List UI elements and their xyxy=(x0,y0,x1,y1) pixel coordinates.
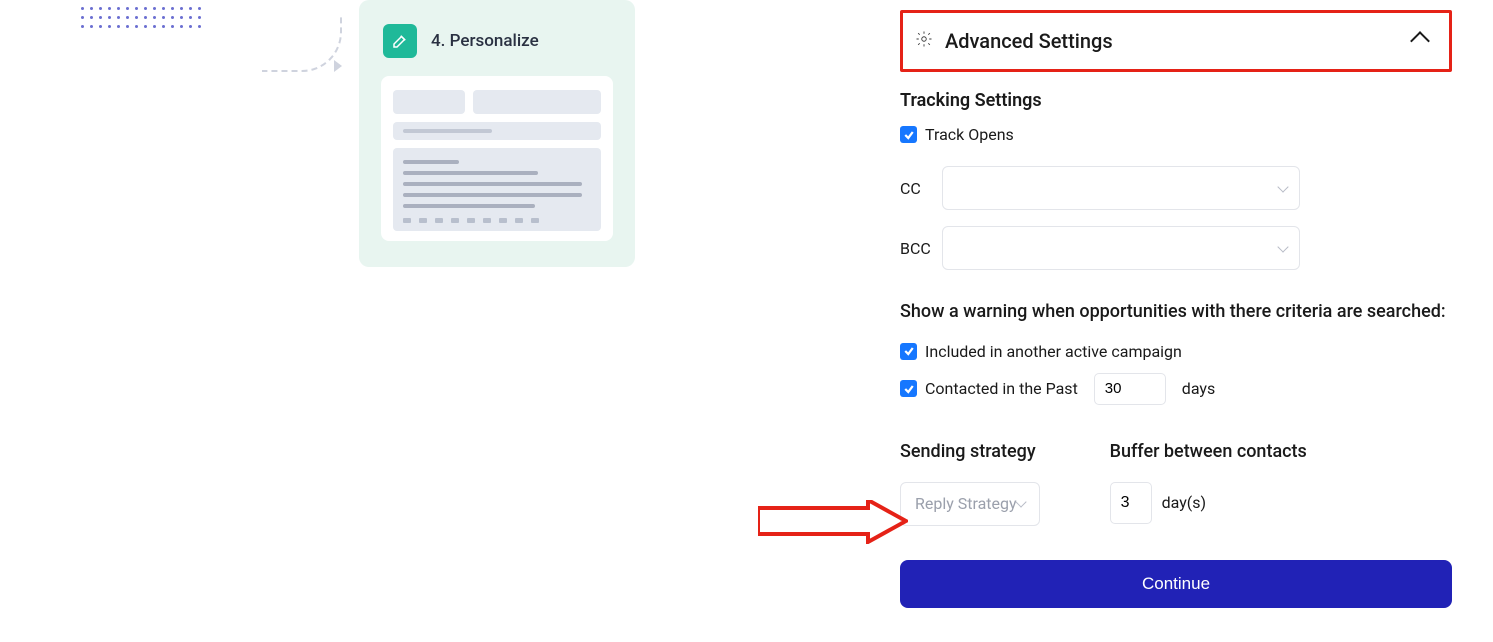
step-title: 4. Personalize xyxy=(431,31,539,51)
buffer-label: Buffer between contacts xyxy=(1110,441,1307,462)
cc-row: CC xyxy=(900,166,1452,210)
included-campaign-label: Included in another active campaign xyxy=(925,342,1182,361)
advanced-settings-title: Advanced Settings xyxy=(945,29,1113,53)
continue-button[interactable]: Continue xyxy=(900,560,1452,608)
decorative-dashed-line xyxy=(262,16,342,72)
track-opens-label: Track Opens xyxy=(925,125,1014,144)
contacted-past-row: Contacted in the Past days xyxy=(900,373,1452,405)
sending-strategy-label: Sending strategy xyxy=(900,441,1040,462)
decorative-dots xyxy=(78,4,204,31)
sending-strategy-col: Sending strategy Reply Strategy xyxy=(900,441,1040,526)
included-campaign-checkbox[interactable] xyxy=(900,343,917,360)
tracking-heading: Tracking Settings xyxy=(900,90,1452,111)
toolbar-placeholder xyxy=(403,218,591,223)
track-opens-checkbox[interactable] xyxy=(900,126,917,143)
sending-strategy-placeholder: Reply Strategy xyxy=(915,494,1017,513)
editor-mock xyxy=(381,76,613,241)
sending-strategy-select[interactable]: Reply Strategy xyxy=(900,482,1040,526)
contacted-past-checkbox[interactable] xyxy=(900,380,917,397)
bcc-row: BCC xyxy=(900,226,1452,270)
buffer-unit: day(s) xyxy=(1162,493,1206,512)
chevron-down-icon xyxy=(1277,241,1288,252)
chevron-down-icon xyxy=(1277,181,1288,192)
chevron-up-icon xyxy=(1410,31,1430,51)
bcc-select[interactable] xyxy=(942,226,1300,270)
buffer-input[interactable] xyxy=(1110,482,1152,524)
advanced-settings-toggle[interactable]: Advanced Settings xyxy=(900,10,1452,72)
edit-icon xyxy=(383,24,417,58)
contacted-past-input[interactable] xyxy=(1094,373,1166,405)
cc-label: CC xyxy=(900,179,942,198)
decorative-arrowhead xyxy=(334,60,342,72)
placeholder-block xyxy=(393,90,465,114)
included-campaign-row: Included in another active campaign xyxy=(900,342,1452,361)
contacted-past-prefix: Contacted in the Past xyxy=(925,379,1078,398)
settings-panel: Advanced Settings Tracking Settings Trac… xyxy=(900,10,1452,608)
gear-icon xyxy=(915,30,933,52)
bcc-label: BCC xyxy=(900,239,942,258)
cc-select[interactable] xyxy=(942,166,1300,210)
placeholder-block xyxy=(393,122,601,140)
step-card-personalize: 4. Personalize xyxy=(359,0,635,267)
placeholder-block xyxy=(473,90,601,114)
placeholder-body xyxy=(393,148,601,231)
contacted-past-suffix: days xyxy=(1182,379,1215,398)
track-opens-row: Track Opens xyxy=(900,125,1452,144)
buffer-col: Buffer between contacts day(s) xyxy=(1110,441,1307,524)
warning-text: Show a warning when opportunities with t… xyxy=(900,298,1452,326)
step-header: 4. Personalize xyxy=(381,24,613,58)
annotation-arrow xyxy=(758,500,908,544)
